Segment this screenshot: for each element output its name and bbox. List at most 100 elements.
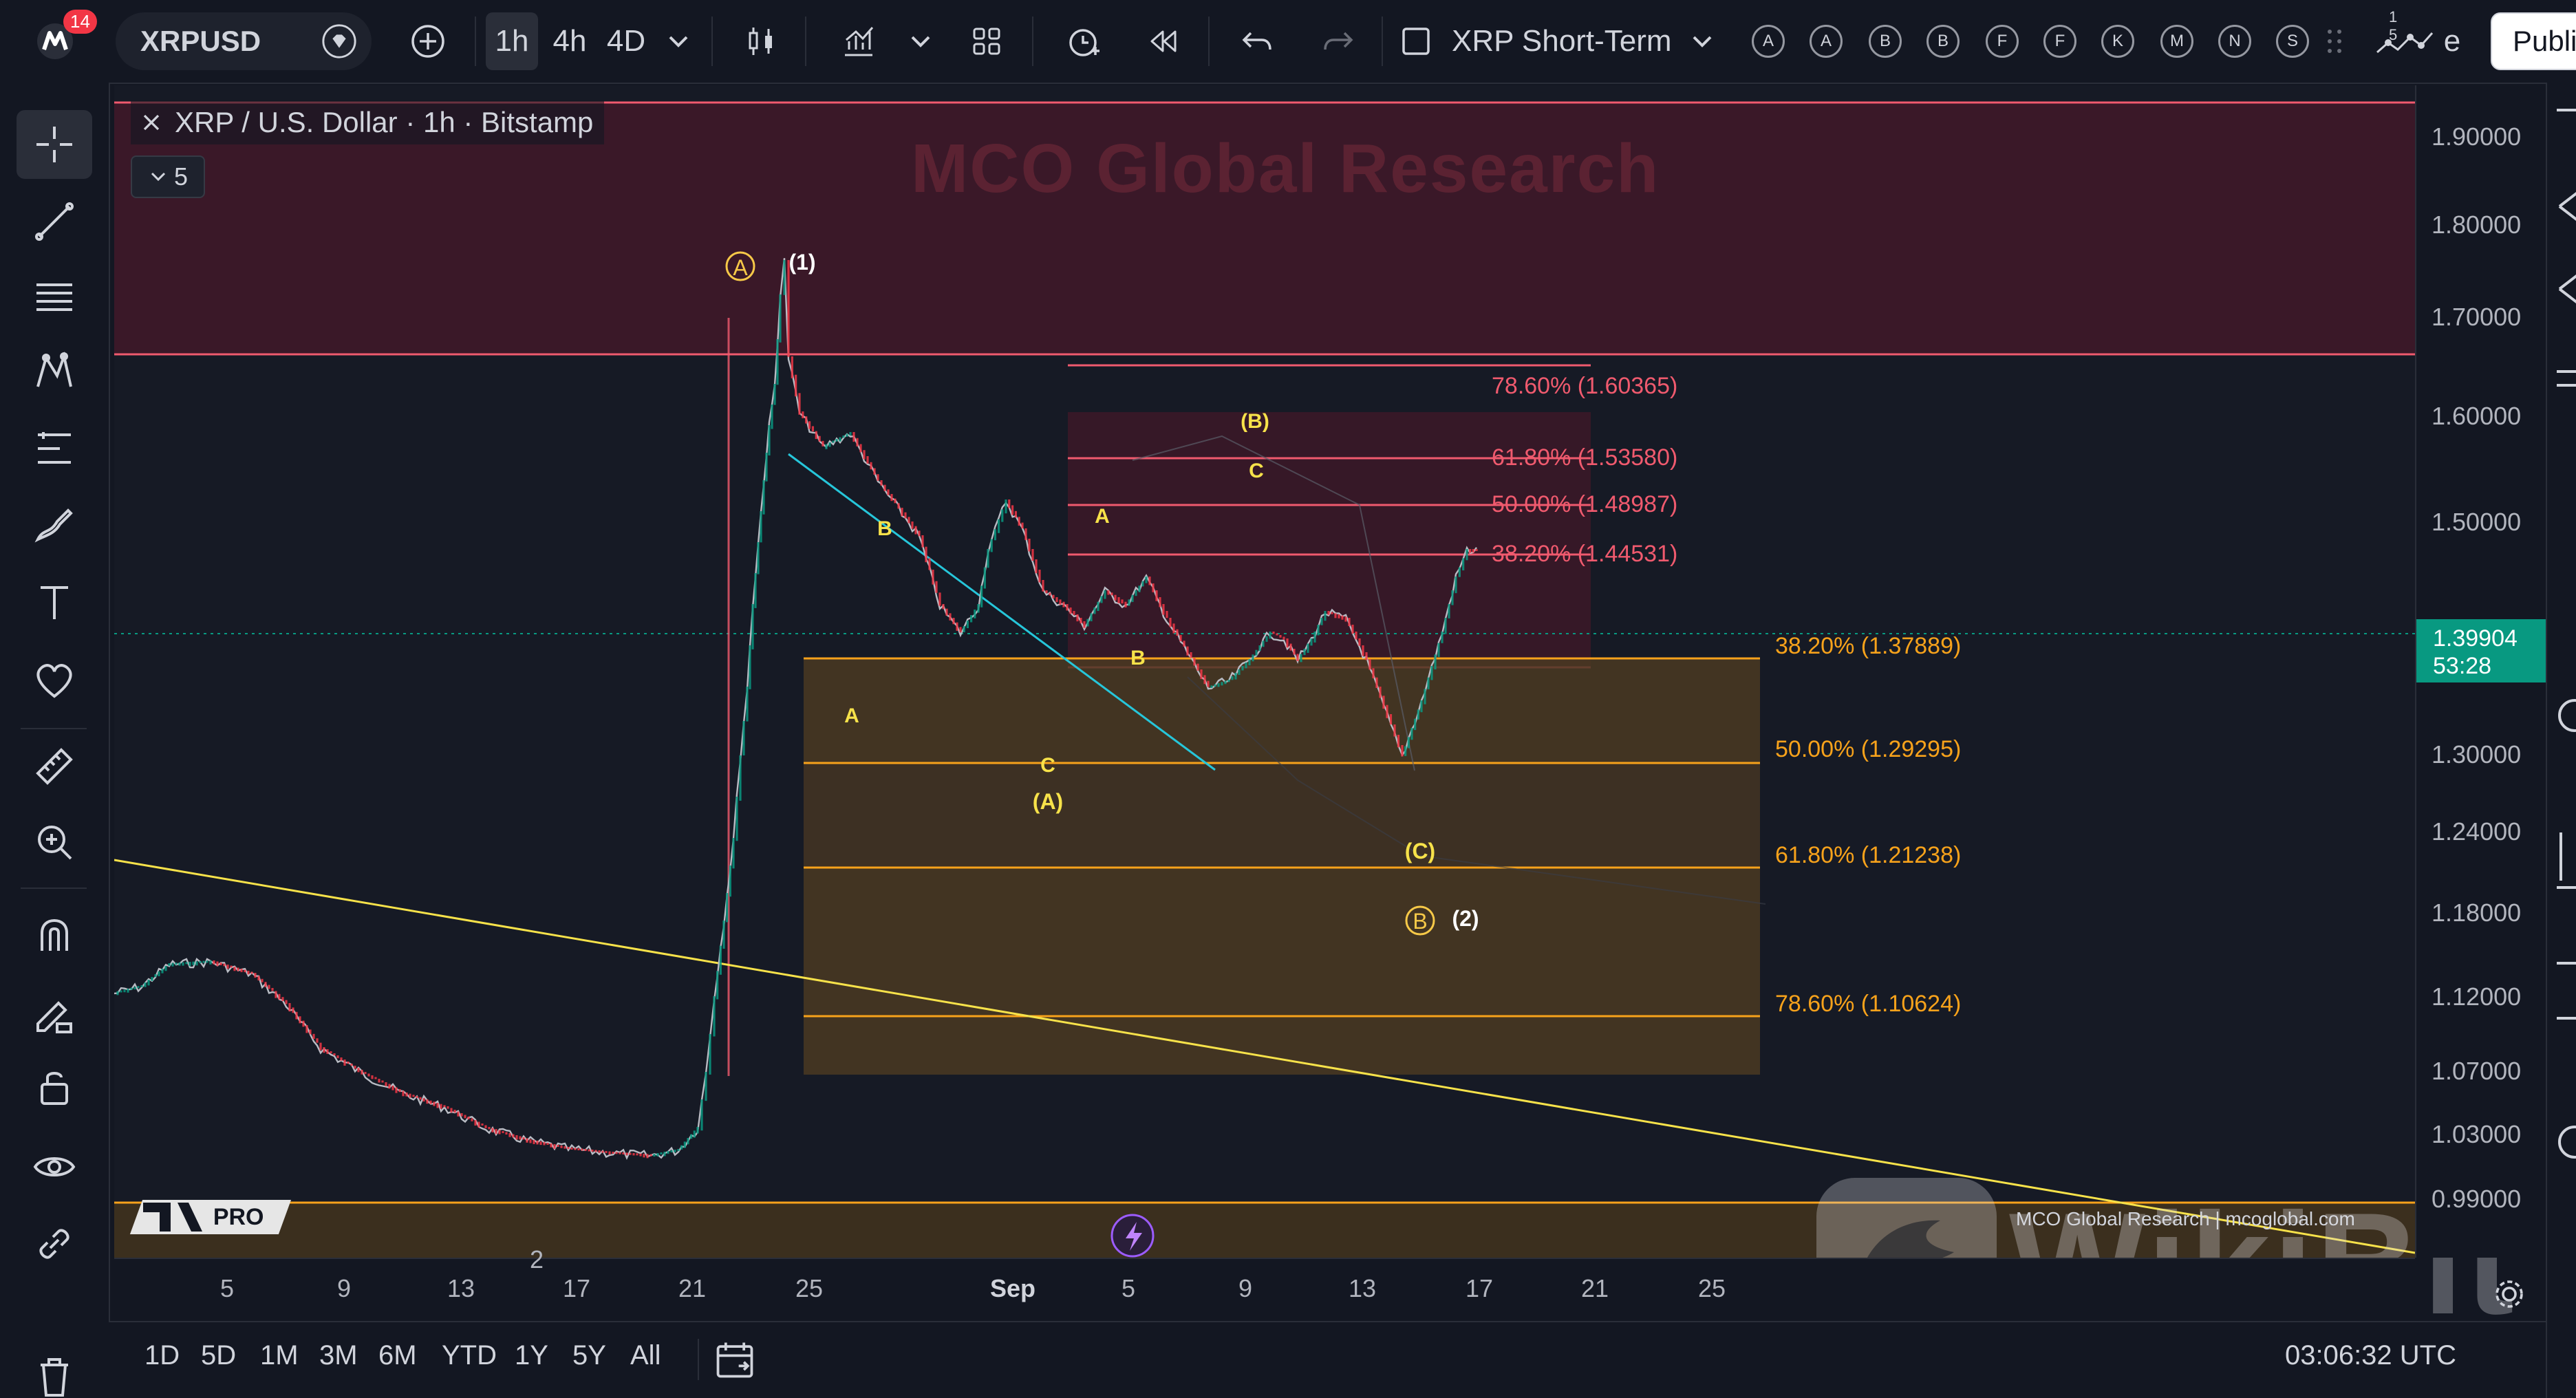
candle [588, 1149, 590, 1152]
price-label: 1.24000 [2432, 817, 2522, 846]
candle [1455, 577, 1457, 594]
chart-type-button[interactable] [735, 12, 787, 70]
indicators-toggle[interactable]: 5 [131, 155, 205, 198]
alert-shortcut-1[interactable]: A [1810, 25, 1843, 58]
replay-button[interactable] [1137, 12, 1189, 70]
candle [178, 963, 181, 966]
stats-button[interactable]: 1 5 [2370, 8, 2438, 70]
indicators-button[interactable] [833, 12, 885, 70]
chart-legend-title[interactable]: XRP / U.S. Dollar · 1h · Bitstamp [131, 100, 605, 144]
candle [914, 526, 917, 535]
range-all[interactable]: All [630, 1340, 661, 1371]
candle [302, 1020, 305, 1027]
range-6m[interactable]: 6M [378, 1340, 417, 1371]
legend-close-button[interactable] [135, 106, 168, 139]
alert-button[interactable] [1057, 12, 1109, 70]
alert-shortcut-5[interactable]: F [2043, 25, 2076, 58]
candle [1282, 636, 1285, 640]
candle [192, 961, 195, 965]
candle [825, 444, 828, 449]
alert-shortcut-8[interactable]: N [2218, 25, 2251, 58]
candle [911, 521, 914, 529]
indicators-dropdown[interactable] [901, 12, 940, 70]
alert-shortcut-3[interactable]: B [1926, 25, 1960, 58]
alert-shortcut-7[interactable]: M [2160, 25, 2193, 58]
chart-canvas[interactable]: A (1) B A C (A) A B (B) C (C) B (2) MCO … [114, 85, 2415, 1258]
redo-button[interactable] [1311, 12, 1364, 70]
layout-name[interactable]: XRP Short-Term [1452, 12, 1699, 70]
measure-tool[interactable] [17, 732, 92, 801]
undo-button[interactable] [1232, 12, 1284, 70]
goto-date-button[interactable] [713, 1337, 760, 1384]
alert-shortcut-2[interactable]: B [1869, 25, 1902, 58]
timeframe-4h[interactable]: 4h [544, 12, 596, 70]
link-tool[interactable] [17, 1209, 92, 1278]
lock-tool[interactable] [17, 1053, 92, 1121]
alert-shortcut-4[interactable]: F [1986, 25, 2019, 58]
layout-dropdown[interactable] [1683, 12, 1721, 70]
candle [1375, 677, 1378, 688]
zoom-tool[interactable] [17, 808, 92, 877]
price-axis[interactable]: 1.90000 1.80000 1.70000 1.60000 1.50000 1.300… [2415, 85, 2547, 1308]
candle [1018, 517, 1020, 526]
range-1y[interactable]: 1Y [515, 1340, 548, 1371]
candles-icon [749, 28, 772, 55]
trash-tool[interactable] [17, 1342, 92, 1398]
candle [977, 604, 980, 613]
candle [1248, 659, 1251, 666]
add-symbol-button[interactable] [399, 12, 457, 70]
candle [709, 1034, 711, 1075]
crosshair-tool[interactable] [17, 110, 92, 179]
alert-shortcut-9[interactable]: S [2276, 25, 2309, 58]
candle [144, 982, 147, 987]
publish-button[interactable]: Publi [2491, 12, 2576, 70]
candle [594, 1150, 597, 1152]
candle [1324, 611, 1327, 621]
icon-tool[interactable] [17, 645, 92, 714]
text-tool[interactable] [17, 568, 92, 637]
candle [683, 1141, 686, 1148]
timeframe-4d[interactable]: 4D [599, 12, 654, 70]
candle [1327, 611, 1330, 615]
chart-settings-button[interactable] [2491, 1276, 2532, 1317]
prediction-tool[interactable] [17, 414, 92, 483]
candle [388, 1084, 391, 1089]
range-5d[interactable]: 5D [201, 1340, 236, 1371]
candle [226, 965, 229, 969]
brush-tool[interactable] [17, 491, 92, 560]
range-1m[interactable]: 1M [260, 1340, 299, 1371]
alert-shortcut-6[interactable]: K [2101, 25, 2134, 58]
magnet-tool[interactable] [17, 901, 92, 970]
candle [1090, 613, 1093, 622]
drag-handle[interactable] [2315, 12, 2356, 70]
timeframe-1h[interactable]: 1h [486, 12, 538, 70]
fib-tool[interactable] [17, 264, 92, 333]
range-5y[interactable]: 5Y [572, 1340, 606, 1371]
layout-checkbox[interactable] [1394, 12, 1438, 70]
range-1d[interactable]: 1D [144, 1340, 180, 1371]
range-ytd[interactable]: YTD [442, 1340, 497, 1371]
text-icon [41, 586, 68, 619]
pattern-tool[interactable] [17, 337, 92, 406]
app-logo-button[interactable]: 14 [19, 10, 97, 70]
drawing-mode-tool[interactable] [17, 978, 92, 1047]
candle [932, 570, 934, 585]
symbol-search-button[interactable]: XRPUSD [116, 12, 372, 70]
timeframe-dropdown[interactable] [659, 12, 698, 70]
layouts-button[interactable] [960, 12, 1013, 70]
trendline-tool[interactable] [17, 187, 92, 256]
utc-clock[interactable]: 03:06:32 UTC [2285, 1340, 2456, 1371]
candle [553, 1144, 556, 1149]
candle [1059, 599, 1062, 605]
range-3m[interactable]: 3M [319, 1340, 358, 1371]
candle [987, 549, 989, 568]
visibility-tool[interactable] [17, 1132, 92, 1201]
alert-shortcut-0[interactable]: A [1752, 25, 1785, 58]
candle [656, 1153, 659, 1157]
candle [526, 1138, 528, 1143]
time-axis[interactable]: 5 9 13 17 21 25 Sep 5 9 13 17 21 25 2 [114, 1245, 2415, 1322]
chevron-down-icon [911, 36, 930, 47]
candle [350, 1064, 353, 1066]
candle [808, 421, 811, 429]
watermark-text: MCO Global Research [911, 130, 1660, 207]
